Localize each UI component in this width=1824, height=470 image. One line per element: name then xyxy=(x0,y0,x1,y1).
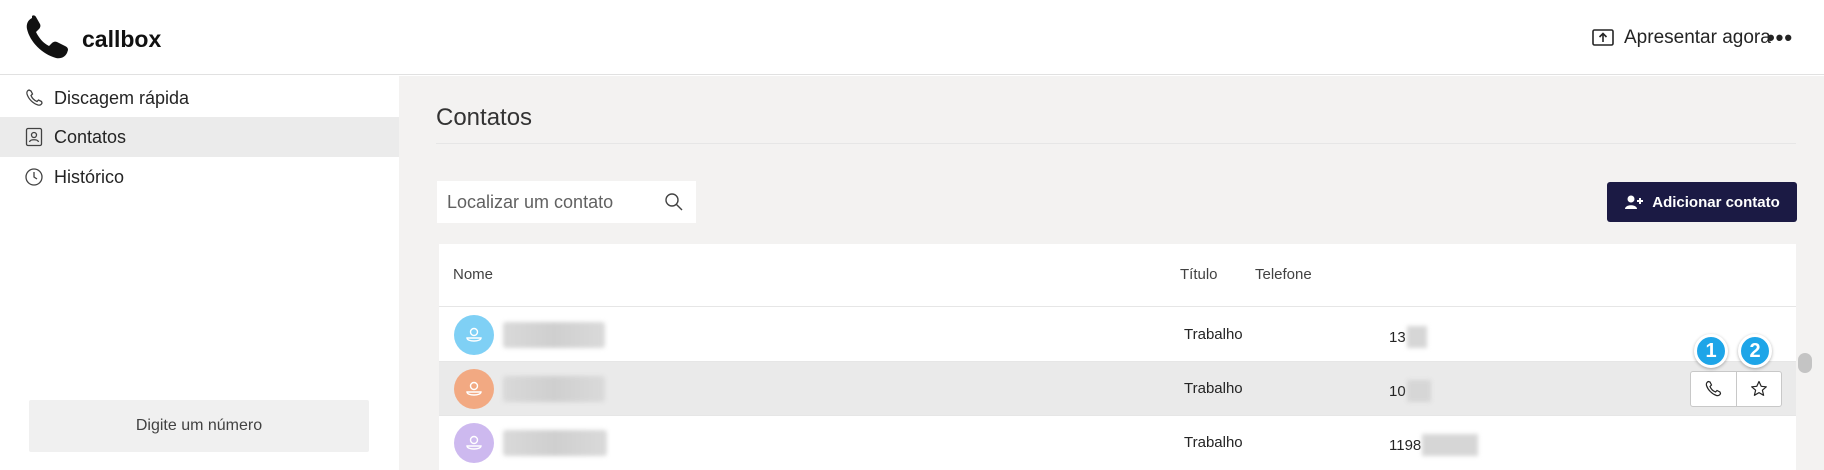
add-contact-button[interactable]: Adicionar contato xyxy=(1607,182,1797,222)
page-title: Contatos xyxy=(436,104,533,131)
table-row[interactable]: Trabalho 1198 xyxy=(439,416,1796,470)
more-options-button[interactable]: ••• xyxy=(1766,24,1794,52)
app-header: callbox Apresentar agora ••• xyxy=(0,0,1824,75)
divider xyxy=(436,143,1796,144)
person-icon xyxy=(466,327,482,342)
search-icon[interactable] xyxy=(664,192,684,212)
sidebar-item-label: Histórico xyxy=(54,166,125,187)
phone-logo-icon xyxy=(26,15,68,59)
present-now-label: Apresentar agora xyxy=(1624,27,1771,48)
search-input[interactable] xyxy=(447,191,657,213)
phone-redacted xyxy=(1406,326,1427,348)
person-icon xyxy=(466,435,482,450)
contacts-table: Nome Título Telefone Trabalho 13 Trabalh… xyxy=(439,244,1796,470)
contact-name-redacted xyxy=(503,430,607,456)
row-actions xyxy=(1690,371,1782,407)
table-row[interactable]: Trabalho 10 xyxy=(439,362,1796,416)
column-header-name[interactable]: Nome xyxy=(453,266,493,283)
contact-title: Trabalho xyxy=(1184,326,1243,343)
callout-badge-2: 2 xyxy=(1738,334,1772,368)
scrollbar-thumb[interactable] xyxy=(1798,353,1812,373)
column-header-title[interactable]: Título xyxy=(1180,266,1218,283)
contact-phone-visible: 10 xyxy=(1389,382,1406,400)
main-content: Contatos Adicionar contato Nome Título T… xyxy=(399,76,1824,470)
app-name: callbox xyxy=(82,26,162,52)
contact-name-redacted xyxy=(503,376,605,402)
sidebar-item-speed-dial[interactable]: Discagem rápida xyxy=(0,78,399,118)
avatar xyxy=(454,423,494,463)
present-now-button[interactable]: Apresentar agora xyxy=(1592,24,1771,52)
add-contact-label: Adicionar contato xyxy=(1652,193,1780,211)
contact-phone: 1198 xyxy=(1389,434,1479,456)
sidebar: Discagem rápida Contatos Histórico Digit… xyxy=(0,76,399,470)
sidebar-item-label: Discagem rápida xyxy=(54,87,190,108)
favorite-contact-button[interactable] xyxy=(1735,372,1781,406)
phone-redacted xyxy=(1406,380,1431,402)
phone-icon xyxy=(1706,380,1722,397)
contact-title: Trabalho xyxy=(1184,380,1243,397)
contact-phone-visible: 1198 xyxy=(1389,436,1422,454)
sidebar-item-contacts[interactable]: Contatos xyxy=(0,117,399,157)
phone-icon xyxy=(26,89,43,106)
star-icon xyxy=(1751,380,1767,396)
phone-redacted xyxy=(1422,434,1479,456)
contact-title: Trabalho xyxy=(1184,434,1243,451)
screen-share-icon xyxy=(1592,29,1614,46)
table-row[interactable]: Trabalho 13 xyxy=(439,308,1796,362)
avatar xyxy=(454,369,494,409)
contact-phone: 13 xyxy=(1389,326,1427,348)
contact-name-redacted xyxy=(503,322,605,348)
sidebar-item-label: Contatos xyxy=(54,126,127,147)
person-icon xyxy=(466,381,482,396)
column-header-phone[interactable]: Telefone xyxy=(1255,266,1312,283)
contact-card-icon xyxy=(25,127,43,147)
search-box xyxy=(437,181,696,223)
callout-badge-1: 1 xyxy=(1694,334,1728,368)
call-contact-button[interactable] xyxy=(1691,372,1736,406)
add-person-icon xyxy=(1625,195,1644,209)
dial-number-field[interactable]: Digite um número xyxy=(29,400,369,452)
contact-phone: 10 xyxy=(1389,380,1431,402)
sidebar-item-history[interactable]: Histórico xyxy=(0,157,399,197)
contact-phone-visible: 13 xyxy=(1389,328,1406,346)
table-header: Nome Título Telefone xyxy=(439,244,1796,307)
avatar xyxy=(454,315,494,355)
clock-icon xyxy=(25,168,43,186)
